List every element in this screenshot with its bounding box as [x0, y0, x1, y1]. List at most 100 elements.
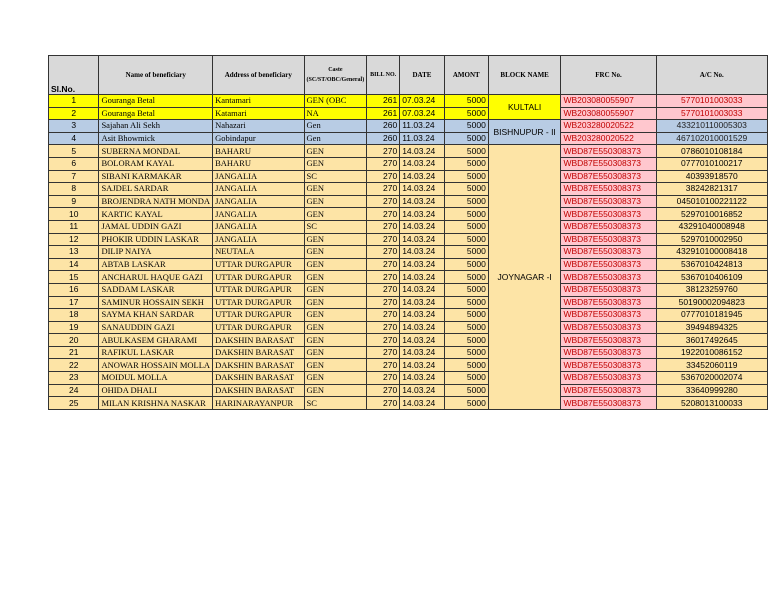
- table-row: 21 RAFIKUL LASKAR DAKSHIN BARASAT GEN 270 14.…: [47, 345, 768, 360]
- cell-bill-no: 270: [366, 144, 401, 158]
- cell-address: JANGALIA: [212, 169, 305, 184]
- cell-sl-no: 8: [47, 182, 100, 196]
- cell-date: 07.03.24: [399, 94, 445, 108]
- header-block-name: BLOCK NAME: [487, 55, 562, 95]
- cell-sl-no: 10: [47, 207, 100, 221]
- cell-frc-no: WB203080055907: [560, 106, 657, 121]
- cell-date: 14.03.24: [399, 282, 445, 297]
- cell-bill-no: 270: [366, 182, 401, 196]
- cell-name: SUBERNA MONDAL: [98, 144, 214, 158]
- cell-name: Gouranga Betal: [98, 94, 214, 108]
- header-amount: AMONT: [443, 55, 489, 95]
- cell-frc-no: WBD87E550308373: [560, 308, 657, 322]
- header-address: Address of beneficiary: [212, 55, 305, 95]
- cell-frc-no: WBD87E550308373: [560, 295, 657, 310]
- cell-sl-no: 17: [47, 295, 100, 310]
- cell-name: RAFIKUL LASKAR: [98, 345, 214, 360]
- cell-date: 14.03.24: [399, 371, 445, 385]
- cell-bill-no: 261: [366, 106, 401, 121]
- cell-frc-no: WBD87E550308373: [560, 232, 657, 247]
- cell-frc-no: WBD87E550308373: [560, 207, 657, 221]
- cell-address: UTTAR DURGAPUR: [212, 257, 305, 272]
- cell-address: BAHARU: [212, 144, 305, 158]
- cell-caste: GEN: [303, 308, 368, 322]
- cell-frc-no: WB203280020522: [560, 119, 657, 133]
- cell-address: BAHARU: [212, 156, 305, 171]
- cell-date: 14.03.24: [399, 169, 445, 184]
- cell-frc-no: WBD87E550308373: [560, 345, 657, 360]
- cell-amount: 5000: [443, 245, 489, 259]
- cell-frc-no: WBD87E550308373: [560, 396, 657, 410]
- cell-sl-no: 13: [47, 245, 100, 259]
- cell-address: Gobindapur: [212, 131, 305, 146]
- cell-name: BROJENDRA NATH MONDA: [98, 194, 214, 209]
- cell-name: KARTIC KAYAL: [98, 207, 214, 221]
- cell-amount: 5000: [443, 207, 489, 221]
- cell-sl-no: 3: [47, 119, 100, 133]
- cell-address: Nahazari: [212, 119, 305, 133]
- cell-ac-no: 5297010002950: [655, 232, 768, 247]
- cell-address: JANGALIA: [212, 232, 305, 247]
- cell-caste: GEN: [303, 232, 368, 247]
- table-row: 6 BOLORAM KAYAL BAHARU GEN 270 14.03.24 5000 WB…: [47, 156, 768, 171]
- cell-sl-no: 24: [47, 383, 100, 398]
- table-row: 17 SAMINUR HOSSAIN SEKH UTTAR DURGAPUR GEN 2…: [47, 295, 768, 310]
- cell-ac-no: 38123259760: [655, 282, 768, 297]
- table-row: 14 ABTAB LASKAR UTTAR DURGAPUR GEN 270 14.03.…: [47, 257, 768, 272]
- table-row: 15 ANCHARUL HAQUE GAZI UTTAR DURGAPUR GEN 27…: [47, 270, 768, 284]
- cell-caste: GEN: [303, 282, 368, 297]
- cell-name: Asit Bhowmick: [98, 131, 214, 146]
- cell-frc-no: WBD87E550308373: [560, 144, 657, 158]
- cell-bill-no: 270: [366, 383, 401, 398]
- cell-address: DAKSHIN BARASAT: [212, 371, 305, 385]
- cell-amount: 5000: [443, 358, 489, 373]
- beneficiary-table: Sl.No. Name of beneficiary Address of be…: [47, 55, 768, 410]
- cell-amount: 5000: [443, 182, 489, 196]
- cell-date: 11.03.24: [399, 131, 445, 146]
- cell-sl-no: 12: [47, 232, 100, 247]
- cell-amount: 5000: [443, 106, 489, 121]
- header-row: Sl.No. Name of beneficiary Address of be…: [47, 55, 768, 95]
- cell-sl-no: 19: [47, 320, 100, 335]
- cell-bill-no: 270: [366, 270, 401, 284]
- cell-amount: 5000: [443, 144, 489, 158]
- cell-name: SAJDEL SARDAR: [98, 182, 214, 196]
- cell-address: DAKSHIN BARASAT: [212, 333, 305, 347]
- cell-ac-no: 5367010424813: [655, 257, 768, 272]
- cell-caste: SC: [303, 396, 368, 410]
- cell-address: Katamari: [212, 106, 305, 121]
- cell-bill-no: 261: [366, 94, 401, 108]
- cell-caste: GEN: [303, 295, 368, 310]
- cell-caste: Gen: [303, 131, 368, 146]
- cell-date: 11.03.24: [399, 119, 445, 133]
- cell-bill-no: 270: [366, 207, 401, 221]
- cell-amount: 5000: [443, 345, 489, 360]
- cell-frc-no: WBD87E550308373: [560, 270, 657, 284]
- cell-ac-no: 36017492645: [655, 333, 768, 347]
- cell-bill-no: 270: [366, 194, 401, 209]
- cell-ac-no: 0786010108184: [655, 144, 768, 158]
- header-ac-no: A/C No.: [655, 55, 768, 95]
- cell-bill-no: 260: [366, 119, 401, 133]
- cell-bill-no: 270: [366, 257, 401, 272]
- cell-caste: GEN: [303, 156, 368, 171]
- header-bill-no: BILL NO.: [366, 55, 401, 95]
- cell-ac-no: 40393918570: [655, 169, 768, 184]
- cell-amount: 5000: [443, 320, 489, 335]
- cell-bill-no: 270: [366, 320, 401, 335]
- table-row: 22 ANOWAR HOSSAIN MOLLA DAKSHIN BARASAT GEN…: [47, 358, 768, 373]
- header-name: Name of beneficiary: [98, 55, 214, 95]
- cell-date: 14.03.24: [399, 194, 445, 209]
- cell-frc-no: WBD87E550308373: [560, 282, 657, 297]
- cell-date: 14.03.24: [399, 396, 445, 410]
- table-row: 11 JAMAL UDDIN GAZI JANGALIA SC 270 14.03.24 5…: [47, 219, 768, 234]
- cell-sl-no: 14: [47, 257, 100, 272]
- cell-caste: GEN: [303, 144, 368, 158]
- cell-bill-no: 270: [366, 232, 401, 247]
- cell-caste: GEN: [303, 245, 368, 259]
- cell-frc-no: WBD87E550308373: [560, 371, 657, 385]
- cell-frc-no: WBD87E550308373: [560, 156, 657, 171]
- cell-name: JAMAL UDDIN GAZI: [98, 219, 214, 234]
- cell-ac-no: 1922010086152: [655, 345, 768, 360]
- cell-address: UTTAR DURGAPUR: [212, 295, 305, 310]
